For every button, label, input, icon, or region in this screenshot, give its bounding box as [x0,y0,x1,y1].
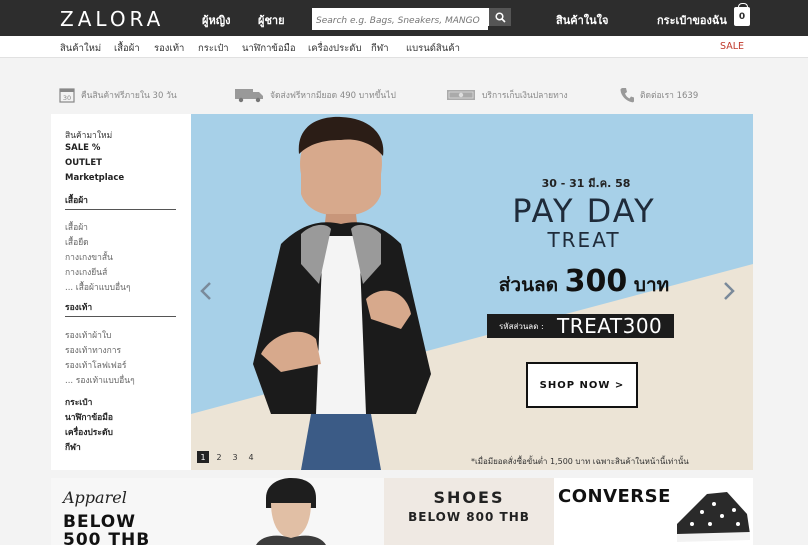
benefit-text: จัดส่งฟรีหากมียอด 490 บาทขึ้นไป [270,91,396,101]
sidebar-item-watches[interactable]: นาฬิกาข้อมือ [65,410,113,424]
category-sports[interactable]: กีฬา [371,41,389,56]
sidebar-item-bags[interactable]: กระเป๋า [65,395,92,409]
benefit-free-return[interactable]: 30 คืนสินค้าฟรีภายใน 30 วัน [59,86,177,104]
sidebar-item-outlet[interactable]: OUTLET [65,158,102,168]
svg-text:30: 30 [63,94,71,102]
zalora-logo[interactable]: ZALORA [60,7,164,31]
promo-subtitle: TREAT [547,228,621,252]
discount-suffix: บาท [633,274,670,296]
category-sidebar: สินค้ามาใหม่ SALE % OUTLET Marketplace เ… [51,114,191,470]
promo-date: 30 - 31 มี.ค. 58 [541,177,631,190]
promo-shoes-line: BELOW 800 THB [408,510,530,524]
converse-logo: CONVERSE [558,486,671,507]
divider [65,316,176,317]
category-brands[interactable]: แบรนด์สินค้า [406,41,460,56]
bag-count-badge: 0 [738,12,746,22]
divider [65,209,176,210]
promo-title: PAY DAY [512,192,656,230]
promo-footnote: *เมื่อมียอดสั่งซื้อขั้นต่ำ 1,500 บาท เฉพ… [471,457,689,466]
shopping-bag-icon[interactable]: 0 [734,3,750,26]
sidebar-heading-clothing[interactable]: เสื้อผ้า [65,193,88,207]
sidebar-item-sneakers[interactable]: รองเท้าผ้าใบ [65,328,111,342]
phone-icon [620,88,634,103]
benefit-free-shipping[interactable]: จัดส่งฟรีหากมียอด 490 บาทขึ้นไป [234,86,396,104]
top-navigation-bar: ZALORA ผู้หญิง ผู้ชาย สินค้าในใจ กระเป๋า… [0,0,808,43]
shop-now-button[interactable]: SHOP NOW > [526,362,638,408]
promo-apparel-line2: 500 THB [63,530,151,545]
promo-apparel-title: Apparel [63,488,127,507]
model-image [253,116,431,470]
sidebar-item-other-shoes[interactable]: ... รองเท้าแบบอื่นๆ [65,373,135,387]
sidebar-heading-shoes[interactable]: รองเท้า [65,300,92,314]
carousel-page-1[interactable]: 1 [197,451,209,463]
promo-discount: ส่วนลด 300 บาท [475,264,693,300]
carousel-page-2[interactable]: 2 [213,451,225,463]
promo-code: TREAT300 [557,314,663,338]
search-icon [494,11,506,23]
category-clothing[interactable]: เสื้อผ้า [114,41,140,56]
sidebar-item-clothing[interactable]: เสื้อผ้า [65,220,88,234]
benefit-text: ติดต่อเรา 1639 [640,91,699,101]
category-sale[interactable]: SALE [720,41,744,52]
sidebar-item-formal-shoes[interactable]: รองเท้าทางการ [65,343,121,357]
carousel-page-3[interactable]: 3 [229,451,241,463]
search-box [312,8,511,30]
benefit-contact[interactable]: ติดต่อเรา 1639 [620,86,698,104]
chevron-right-icon[interactable] [722,281,736,301]
nav-women[interactable]: ผู้หญิง [202,11,230,29]
search-button[interactable] [489,8,511,26]
category-shoes[interactable]: รองเท้า [154,41,184,56]
sidebar-item-tshirts[interactable]: เสื้อยืด [65,235,89,249]
promo-apparel[interactable]: Apparel BELOW 500 THB [51,478,384,545]
calendar-30-icon: 30 [59,88,75,103]
model-portrait-image [256,478,326,545]
promo-shoes-title: SHOES [433,488,505,507]
sidebar-item-jewelry[interactable]: เครื่องประดับ [65,425,113,439]
discount-prefix: ส่วนลด [498,274,559,296]
benefit-cod[interactable]: บริการเก็บเงินปลายทาง [446,86,568,104]
promo-code-box: รหัสส่วนลด : TREAT300 [487,314,674,338]
wishlist-link[interactable]: สินค้าในใจ [556,11,608,29]
sidebar-item-loafers[interactable]: รองเท้าโลฟเฟอร์ [65,358,127,372]
promo-shoes[interactable]: SHOES BELOW 800 THB [384,478,554,545]
category-watches[interactable]: นาฬิกาข้อมือ [242,41,296,56]
promo-apparel-line1: BELOW [63,512,136,532]
sneaker-image [677,492,750,542]
category-bar: สินค้าใหม่ เสื้อผ้า รองเท้า กระเป๋า นาฬิ… [0,36,808,58]
category-new[interactable]: สินค้าใหม่ [60,41,101,56]
sidebar-item-sports[interactable]: กีฬา [65,440,81,454]
sidebar-item-jeans[interactable]: กางเกงยีนส์ [65,265,107,279]
truck-icon [235,89,263,103]
carousel-pagination: 1 2 3 4 [197,451,261,463]
my-bag-link[interactable]: กระเป๋าของฉัน [657,11,727,29]
sidebar-item-other-clothing[interactable]: ... เสื้อผ้าแบบอื่นๆ [65,280,131,294]
hero-banner[interactable]: 30 - 31 มี.ค. 58 PAY DAY TREAT ส่วนลด 30… [191,114,753,470]
category-bags[interactable]: กระเป๋า [198,41,229,56]
sidebar-item-shorts[interactable]: กางเกงขาสั้น [65,250,113,264]
discount-amount: 300 [564,264,628,299]
benefit-text: คืนสินค้าฟรีภายใน 30 วัน [81,91,177,101]
sidebar-item-marketplace[interactable]: Marketplace [65,173,124,183]
search-input[interactable] [312,12,488,30]
cash-icon [447,90,475,100]
sidebar-item-new-arrivals[interactable]: สินค้ามาใหม่ [65,128,112,142]
category-jewelry[interactable]: เครื่องประดับ [308,41,361,56]
promo-code-label: รหัสส่วนลด : [499,321,544,331]
sidebar-item-sale[interactable]: SALE % [65,143,100,153]
chevron-left-icon[interactable] [199,281,213,301]
promo-converse[interactable]: CONVERSE [554,478,753,545]
carousel-page-4[interactable]: 4 [245,451,257,463]
nav-men[interactable]: ผู้ชาย [258,11,285,43]
benefit-text: บริการเก็บเงินปลายทาง [482,91,568,101]
